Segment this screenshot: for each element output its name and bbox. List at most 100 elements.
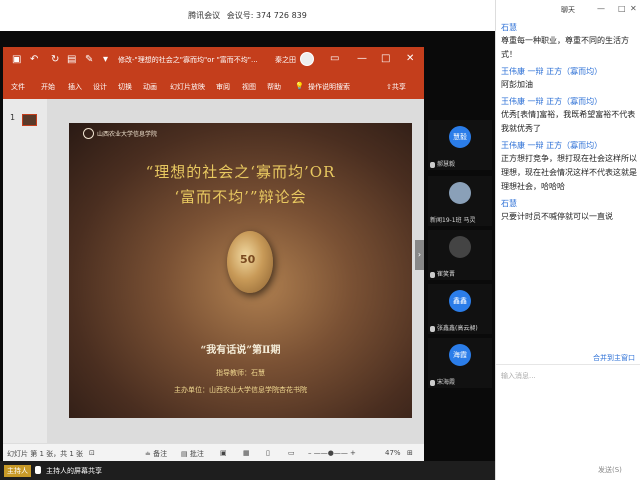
slide-thumbnail[interactable] [22,114,37,126]
document-title: 修改-"理想的社会之"寡而均"or "富而不均"... [118,56,258,64]
participant-tile[interactable]: 鑫鑫 张鑫鑫(高云昶) [428,284,492,334]
chat-input-placeholder: 输入消息... [501,372,536,380]
undo-icon[interactable]: ↶ [30,54,38,65]
share-indicator-bar: 主持人 主持人的屏幕共享 [0,461,495,480]
powerpoint-window: ▣ ↶ ↻ ▤ ✎ ▾ 修改-"理想的社会之"寡而均"or "富而不均"... … [3,47,424,462]
chat-message: 石慧 尊重每一种职业，尊重不同的生活方式！ [501,22,638,62]
tell-me-search[interactable]: 操作说明搜索 [308,82,350,92]
ribbon-display-icon[interactable]: ▭ [330,53,339,64]
notes-icon: ≐ [145,450,154,458]
collapse-panel-arrow[interactable]: › [415,240,424,270]
accessibility-icon[interactable]: ⊡ [89,449,95,457]
notes-label: 备注 [153,450,168,458]
format-painter-icon[interactable]: ✎ [85,54,93,65]
participant-tile[interactable]: 海霞 宋海霞 [428,338,492,388]
tab-home[interactable]: 开始 [41,82,55,92]
tab-insert[interactable]: 插入 [68,82,82,92]
redo-icon[interactable]: ↻ [51,54,59,65]
app-title: 腾讯会议 [188,11,221,20]
mic-icon [430,271,435,278]
chat-input[interactable]: 输入消息... [496,364,640,461]
slide-thumbnail-pane: 1 [3,99,47,443]
participant-tile[interactable]: 慧毅 郝慧毅 [428,120,492,170]
participant-avatar: 慧毅 [449,126,471,148]
message-sender[interactable]: 王伟康 一辩 正方（寡而均） [501,66,638,78]
chat-panel: 聊天 — □ ✕ 石慧 尊重每一种职业，尊重不同的生活方式！ 王伟康 一辩 正方… [495,0,640,480]
normal-view-icon[interactable]: ▣ [220,449,227,457]
tab-file[interactable]: 文件 [11,82,25,92]
chat-message: 王伟康 一辩 正方（寡而均） 优秀[表情]富裕，我既希望富裕不代表我就优秀了 [501,96,638,136]
status-bar: 幻灯片 第 1 张，共 1 张 ⊡ ≐ 备注 ▤ 批注 ▣ ▦ ▯ ▭ – ——… [3,443,424,462]
user-avatar[interactable] [300,52,314,66]
reading-view-icon[interactable]: ▯ [266,449,270,457]
maximize-icon[interactable]: □ [381,53,390,64]
coin-label: 50 [240,253,256,266]
chat-message: 王伟康 一辩 正方（寡而均） 阿彭加油 [501,66,638,92]
screen-share-label: 主持人的屏幕共享 [46,467,102,475]
share-button[interactable]: ⇧共享 [386,82,406,92]
message-text: 优秀[表情]富裕，我既希望富裕不代表我就优秀了 [501,110,636,133]
tab-slideshow[interactable]: 幻灯片放映 [170,82,205,92]
zoom-slider[interactable]: – ——●—— + [308,449,356,457]
mic-icon[interactable] [35,466,41,474]
participant-name: 张鑫鑫(高云昶) [430,323,492,332]
message-text: 只要计时员不喊停就可以一直说 [501,212,613,221]
ribbon-tabs: 文件 开始 插入 设计 切换 动画 幻灯片放映 审阅 视图 帮助 💡 操作说明搜… [3,73,424,99]
merge-to-main-window-link[interactable]: 合并到主窗口 [593,353,635,363]
send-button[interactable]: 发送(S) [598,465,622,475]
message-text: 尊重每一种职业，尊重不同的生活方式！ [501,36,629,59]
participant-avatar: 鑫鑫 [449,290,471,312]
participant-name: 崔笑晋 [430,269,492,278]
slide-title-line2: ‘富而不均’”辩论会 [174,188,307,206]
tab-help[interactable]: 帮助 [267,82,281,92]
meeting-id: 会议号: 374 726 839 [226,11,307,20]
tab-transitions[interactable]: 切换 [118,82,132,92]
close-icon[interactable]: ✕ [406,53,414,64]
slide-editor: 山西农业大学信息学院 “理想的社会之‘寡而均’OR ‘富而不均’”辩论会 50 … [47,99,424,443]
chat-message: 王伟康 一辩 正方（寡而均） 正方想打竞争，想打现在社会这样所以理想，现在社会情… [501,140,638,194]
lightbulb-icon: 💡 [295,82,304,90]
message-sender[interactable]: 王伟康 一辩 正方（寡而均） [501,96,638,108]
customize-toolbar-icon[interactable]: ▾ [103,54,108,65]
mic-icon [430,161,435,168]
fit-slide-icon[interactable]: ⊞ [407,449,413,457]
participant-tile[interactable]: 新闻19-1班 马灵 [428,176,492,226]
minimize-icon[interactable]: — [597,4,605,13]
user-name[interactable]: 秦之田 [275,55,296,65]
participant-name: 郝慧毅 [430,159,492,168]
chat-message-list: 石慧 尊重每一种职业，尊重不同的生活方式！ 王伟康 一辩 正方（寡而均） 阿彭加… [501,22,638,228]
chat-message: 石慧 只要计时员不喊停就可以一直说 [501,198,638,224]
comments-icon: ▤ [181,450,190,458]
participant-list: 慧毅 郝慧毅 新闻19-1班 马灵 崔笑晋 鑫鑫 张鑫鑫(高云昶) 海霞 宋海霞 [424,120,495,460]
meeting-titlebar: 腾讯会议 会议号: 374 726 839 [0,0,495,31]
slide[interactable]: 山西农业大学信息学院 “理想的社会之‘寡而均’OR ‘富而不均’”辩论会 50 … [69,123,412,418]
save-icon[interactable]: ▣ [12,54,21,65]
tab-review[interactable]: 审阅 [216,82,230,92]
tab-design[interactable]: 设计 [93,82,107,92]
slide-count: 幻灯片 第 1 张，共 1 张 [7,450,84,458]
close-icon[interactable]: ✕ [630,4,637,13]
slide-teacher: 指导教师：石慧 [216,369,265,377]
slide-sorter-icon[interactable]: ▦ [243,449,250,457]
start-from-beginning-icon[interactable]: ▤ [67,54,76,65]
meeting-title: 腾讯会议 会议号: 374 726 839 [0,10,495,21]
zoom-level[interactable]: 47% [385,449,401,457]
school-logo-icon [83,128,94,139]
tab-view[interactable]: 视图 [242,82,256,92]
minimize-icon[interactable]: — [357,53,367,64]
message-sender[interactable]: 王伟康 一辩 正方（寡而均） [501,140,638,152]
slide-organizer: 主办单位：山西农业大学信息学院杏花书院 [174,386,307,394]
notes-button[interactable]: ≐ 备注 [145,449,167,459]
slide-subtitle: “我有话说”第Ⅱ期 [200,345,281,356]
participant-avatar [449,182,471,204]
maximize-icon[interactable]: □ [618,4,626,13]
tab-animations[interactable]: 动画 [143,82,157,92]
mic-icon [430,325,435,332]
participant-avatar: 海霞 [449,344,471,366]
message-sender[interactable]: 石慧 [501,198,638,210]
participant-tile[interactable]: 崔笑晋 [428,230,492,280]
comments-label: 批注 [189,450,204,458]
slideshow-view-icon[interactable]: ▭ [288,449,295,457]
message-sender[interactable]: 石慧 [501,22,638,34]
comments-button[interactable]: ▤ 批注 [181,449,204,459]
